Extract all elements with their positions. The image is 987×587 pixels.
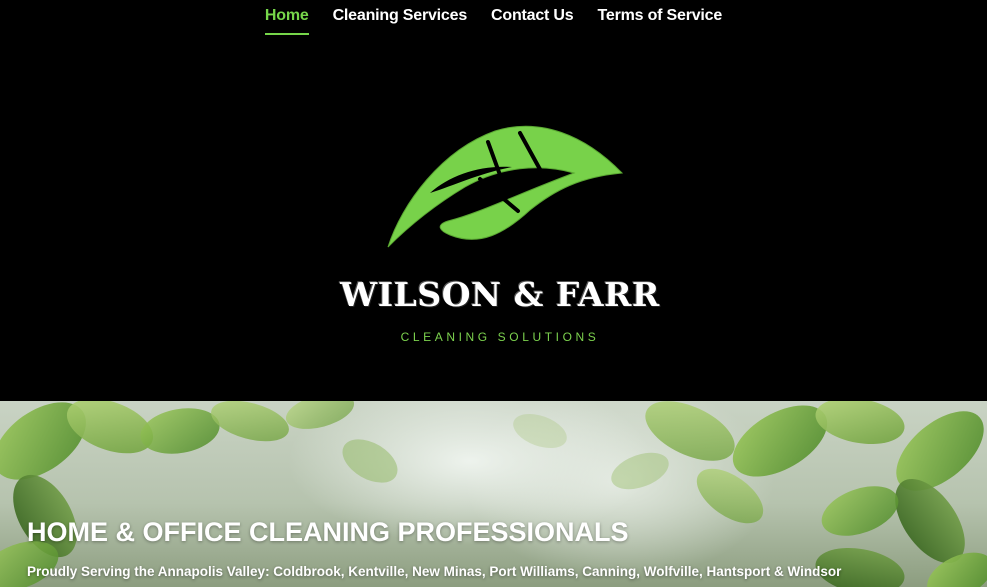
site-header: Home Cleaning Services Contact Us Terms … [0, 0, 987, 401]
main-nav: Home Cleaning Services Contact Us Terms … [0, 6, 987, 36]
nav-item-contact-us[interactable]: Contact Us [479, 6, 585, 36]
hero-banner: HOME & OFFICE CLEANING PROFESSIONALS Pro… [0, 401, 987, 587]
hero-title: HOME & OFFICE CLEANING PROFESSIONALS [27, 517, 629, 548]
page: Home Cleaning Services Contact Us Terms … [0, 0, 987, 587]
hero-subtitle: Proudly Serving the Annapolis Valley: Co… [27, 563, 842, 579]
nav-item-terms-of-service[interactable]: Terms of Service [586, 6, 735, 36]
brand-logo[interactable]: WILSON & FARR CLEANING SOLUTIONS [330, 115, 670, 355]
nav-item-cleaning-services[interactable]: Cleaning Services [321, 6, 479, 36]
leaves-background-image [0, 401, 987, 587]
brand-name: WILSON & FARR [340, 275, 660, 314]
leaf-icon [387, 125, 624, 248]
nav-item-home[interactable]: Home [253, 6, 321, 36]
brand-tagline: CLEANING SOLUTIONS [400, 330, 600, 344]
